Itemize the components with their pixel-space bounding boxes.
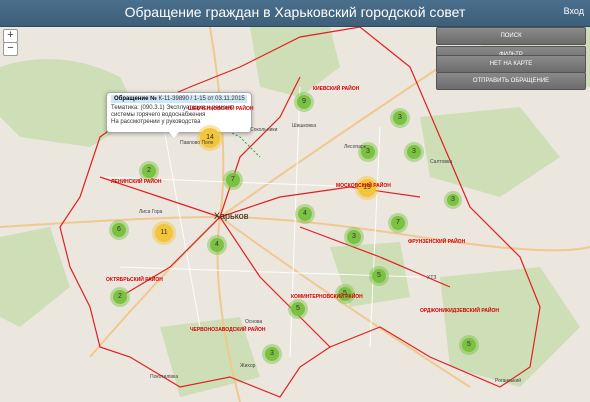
map-view[interactable]: + − ПОИСК ФИЛЬТР НЕТ НА КАРТЕ ОТПРАВИТЬ … [0,27,590,402]
place-label: Сокольники [250,127,278,133]
place-label: Покотилівка [150,374,179,380]
cluster-marker[interactable]: 11 [155,224,173,242]
cluster-marker[interactable]: 2 [113,290,127,304]
cluster-marker[interactable]: 3 [347,230,361,244]
cluster-marker[interactable]: 3 [265,347,279,361]
place-label: ХТЗ [427,275,437,281]
not-on-map-button[interactable]: НЕТ НА КАРТЕ [436,55,586,73]
cluster-marker[interactable]: 9 [297,95,311,109]
place-label: Лиса Гора [139,209,163,215]
district-label: ФРУНЗЕНСКИЙ РАЙОН [408,239,466,245]
cluster-marker[interactable]: 7 [391,216,405,230]
cluster-marker[interactable]: 3 [447,194,459,206]
cluster-marker[interactable]: 2 [142,164,156,178]
cluster-marker[interactable]: 3 [407,145,421,159]
cluster-marker[interactable]: 5 [291,302,305,316]
zoom-out-button[interactable]: − [3,42,18,56]
place-label: Роганський [495,378,522,384]
popup-topic-cont: системы горячего водоснабжения [111,112,206,118]
district-label: ЛЕНИНСКИЙ РАЙОН [111,179,162,185]
place-label: Жихор [240,363,256,369]
cluster-marker[interactable]: 5 [462,338,476,352]
place-label: Лесопарк [344,144,366,150]
app-header: Обращение граждан в Харьковский городско… [0,0,590,27]
district-label: ШЕВЧЕНКОВСКИЙ РАЙОН [188,106,254,112]
cluster-marker[interactable]: 6 [112,223,126,237]
district-label: ОКТЯБРЬСКИЙ РАЙОН [106,277,163,283]
popup-number[interactable]: К-11-39890 / 1-15 от 03.11.2015 [158,96,244,102]
cluster-marker[interactable]: 4 [298,207,312,221]
district-label: ОРДЖОНИКИДЗЕВСКИЙ РАЙОН [420,308,500,314]
send-appeal-button[interactable]: ОТПРАВИТЬ ОБРАЩЕНИЕ [436,72,586,90]
district-label: ЧЕРВОНОЗАВОДСКИЙ РАЙОН [190,327,266,333]
popup-label: Обращение № [114,96,157,102]
cluster-marker[interactable]: 7 [226,173,240,187]
place-label: Харьков [214,211,249,221]
zoom-in-button[interactable]: + [3,29,18,43]
place-label: Салтовка [430,159,453,165]
popup-header: Обращение № К-11-39890 / 1-15 от 03.11.2… [111,95,247,103]
search-button[interactable]: ПОИСК [436,27,586,45]
cluster-marker[interactable]: 4 [210,238,224,252]
place-label: Павлово Поле [180,140,214,146]
place-label: Шишковка [292,123,317,129]
appeal-popup[interactable]: Обращение № К-11-39890 / 1-15 от 03.11.2… [106,92,252,138]
cluster-marker[interactable]: 5 [372,269,386,283]
popup-pointer [169,132,179,138]
login-link[interactable]: Вход [564,6,584,16]
district-label: МОСКОВСКИЙ РАЙОН [336,183,391,189]
district-label: КОМИНТЕРНОВСКИЙ РАЙОН [291,294,363,300]
page-title: Обращение граждан в Харьковский городско… [124,4,466,20]
popup-status: На рассмотрении у руководства [111,119,201,125]
cluster-marker[interactable]: 3 [393,111,407,125]
district-label: КИЕВСКИЙ РАЙОН [313,86,360,92]
place-label: Основа [245,319,263,325]
